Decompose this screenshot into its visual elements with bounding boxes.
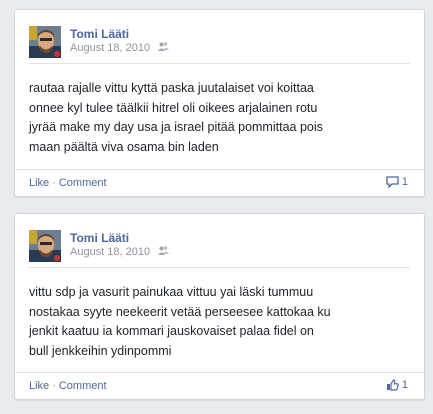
avatar[interactable] — [29, 26, 61, 58]
post-actions: Like · Comment — [29, 380, 107, 392]
like-link[interactable]: Like — [29, 177, 49, 189]
divider — [29, 63, 410, 64]
post-footer: Like · Comment 1 — [15, 372, 424, 399]
like-count[interactable]: 1 — [386, 379, 408, 391]
post-meta: August 18, 2010 — [70, 42, 170, 54]
post-date[interactable]: August 18, 2010 — [70, 42, 150, 54]
avatar-image — [29, 230, 61, 262]
post-date[interactable]: August 18, 2010 — [70, 246, 150, 258]
post-actions: Like · Comment — [29, 177, 107, 189]
like-count-value: 1 — [401, 379, 408, 391]
comment-icon — [386, 176, 399, 188]
post-card: Tomi Lääti August 18, 2010 vittu sdp ja … — [14, 213, 425, 400]
thumbs-up-icon — [386, 379, 399, 391]
avatar[interactable] — [29, 230, 61, 262]
comment-count-value: 1 — [401, 176, 408, 188]
separator: · — [52, 177, 56, 189]
post-card: Tomi Lääti August 18, 2010 rautaa rajall… — [14, 9, 425, 197]
separator: · — [52, 380, 56, 392]
post-footer: Like · Comment 1 — [15, 169, 424, 196]
post-meta: August 18, 2010 — [70, 246, 170, 258]
like-link[interactable]: Like — [29, 380, 49, 392]
post-header: Tomi Lääti August 18, 2010 — [15, 10, 424, 60]
post-header: Tomi Lääti August 18, 2010 — [15, 214, 424, 264]
post-text: vittu sdp ja vasurit painukaa vittuu yai… — [29, 285, 331, 358]
comment-link[interactable]: Comment — [59, 177, 107, 189]
comment-count[interactable]: 1 — [386, 176, 408, 188]
comment-link[interactable]: Comment — [59, 380, 107, 392]
author-name[interactable]: Tomi Lääti — [70, 27, 129, 41]
author-name[interactable]: Tomi Lääti — [70, 231, 129, 245]
post-text: rautaa rajalle vittu kyttä paska juutala… — [29, 81, 323, 154]
divider — [29, 267, 410, 268]
friends-icon[interactable] — [158, 42, 170, 54]
friends-icon[interactable] — [158, 246, 170, 258]
avatar-image — [29, 26, 61, 58]
